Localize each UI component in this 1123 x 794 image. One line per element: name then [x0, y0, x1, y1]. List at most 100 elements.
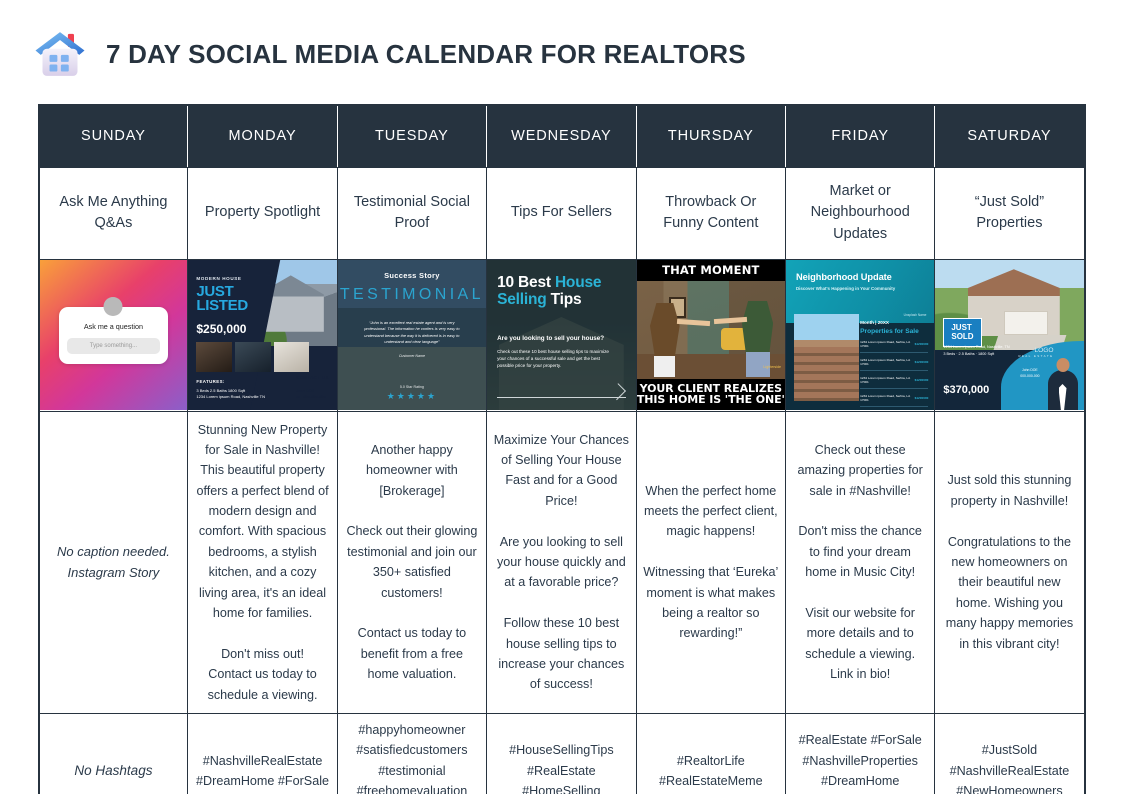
agent-name: John DOE [1022, 368, 1038, 373]
day-header-monday: MONDAY [187, 104, 338, 168]
listing-price: $1200000 [914, 377, 929, 382]
interior-thumb-bath [273, 342, 310, 372]
caption-tuesday: Another happy homeowner with [Brokerage]… [336, 410, 488, 714]
agent-head [1056, 358, 1069, 372]
avatar [103, 296, 123, 316]
listing-row: 1234 Lorem ipsum Road, Serbia, LA 17001 … [860, 371, 929, 389]
page-header: 7 DAY SOCIAL MEDIA CALENDAR FOR REALTORS [0, 0, 1123, 104]
listing-price: $1200000 [914, 359, 929, 364]
media-cell-tuesday[interactable]: Success Story TESTIMONIAL “John is an ex… [336, 258, 488, 412]
hashtag-row: No Hashtags #NashvilleRealEstate #DreamH… [37, 712, 1085, 794]
aerial-neighborhood-photo [794, 314, 860, 401]
neighborhood-canvas: Neighborhood Update Discover What's Happ… [786, 260, 935, 410]
features-label: FEATURES: [196, 379, 225, 385]
testimonial-thumbnail[interactable]: Success Story TESTIMONIAL “John is an ex… [337, 260, 487, 410]
hashtags-thursday: #RealtorLife #RealEstateMeme [635, 712, 787, 794]
testimonial-title: TESTIMONIAL [339, 286, 484, 303]
topic-wednesday: Tips For Sellers [486, 166, 637, 260]
listings-panel: Month | 20XX Properties for Sale 1234 Lo… [860, 320, 929, 407]
property-details: 1234 Lorem ipsum Road, Nashville, TN 3 B… [943, 344, 1009, 358]
hashtags-wednesday: #HouseSellingTips #RealEstate #HomeSelli… [486, 712, 637, 794]
hashtags-monday: #NashvilleRealEstate #DreamHome #ForSale [187, 712, 338, 794]
headline-accent-2: Selling [497, 291, 551, 309]
agent-photo [1046, 352, 1080, 410]
topic-sunday: Ask Me Anything Q&As [37, 166, 189, 260]
listing-address: 1234 Lorem ipsum Road, Serbia, LA 17001 [860, 393, 910, 402]
instagram-story-thumbnail[interactable]: Ask me a question Type something... [39, 260, 188, 410]
tips-body: Check out these 10 best house selling ti… [497, 348, 609, 368]
neighborhood-update-thumbnail[interactable]: Neighborhood Update Discover What's Happ… [786, 260, 935, 410]
sticker-answer-input[interactable]: Type something... [66, 337, 161, 354]
interior-thumb-living [196, 342, 232, 372]
social-media-calendar-table: SUNDAY MONDAY TUESDAY WEDNESDAY THURSDAY… [37, 104, 1086, 794]
tips-canvas: 10 Best House Selling Tips Are you lookin… [487, 260, 636, 410]
topic-thursday: Throwback Or Funny Content [635, 166, 787, 260]
meme-top-text: THAT MOMENT [636, 260, 785, 281]
interior-thumb-kitchen [234, 342, 271, 372]
media-cell-saturday[interactable]: JUST SOLD 1234 Lorem ipsum Road, Nashvil… [934, 258, 1085, 412]
listings-month: Month | 20XX [860, 320, 889, 325]
topic-saturday: “Just Sold” Properties [934, 166, 1085, 260]
contact-name: John DOE [296, 388, 315, 393]
chevron-right-icon [497, 397, 626, 398]
media-row: Ask me a question Type something... MODE… [37, 258, 1085, 412]
neighborhood-brand: Unsplash Name [903, 313, 927, 317]
tips-question: Are you looking to sell your house? [497, 334, 605, 342]
listings-section-title: Properties for Sale [860, 328, 919, 335]
flyer-kicker: MODERN HOUSE [196, 276, 242, 281]
day-header-row: SUNDAY MONDAY TUESDAY WEDNESDAY THURSDAY… [37, 104, 1085, 168]
media-cell-thursday[interactable]: THAT MOMENT Lighterside YOUR CLIENT REAL… [635, 258, 787, 412]
media-cell-sunday[interactable]: Ask me a question Type something... [37, 258, 189, 412]
ask-me-a-question-sticker[interactable]: Ask me a question Type something... [58, 296, 169, 364]
agent-contact: John DOE 000-000-000 [1020, 368, 1039, 380]
just-sold-canvas: JUST SOLD 1234 Lorem ipsum Road, Nashvil… [935, 260, 1084, 410]
badge-line-2: SOLD [951, 331, 974, 341]
caption-wednesday: Maximize Your Chances of Selling Your Ho… [486, 410, 637, 714]
topic-tuesday: Testimonial Social Proof [336, 166, 488, 260]
topic-friday: Market or Neighbourhood Updates [784, 166, 936, 260]
media-cell-monday[interactable]: MODERN HOUSE JUST LISTED $250,000 FEATUR… [187, 258, 338, 412]
garage-door [1003, 311, 1048, 336]
headline-line-2: LISTED [196, 297, 248, 315]
hashtags-tuesday: #happyhomeowner #satisfiedcustomers #tes… [336, 712, 488, 794]
calendar-page: 7 DAY SOCIAL MEDIA CALENDAR FOR REALTORS… [0, 0, 1123, 794]
house-icon [32, 26, 88, 82]
contact-label: CONTACT US [296, 375, 329, 385]
caption-thursday: When the perfect home meets the perfect … [635, 410, 787, 714]
neighborhood-subtitle: Discover What's Happening in Your Commun… [796, 286, 896, 291]
listing-row: 1234 Lorem ipsum Road, Serbia, LA 17001 … [860, 335, 929, 353]
caption-friday: Check out these amazing properties for s… [784, 410, 936, 714]
listing-address: 1234 Lorem ipsum Road, Serbia, LA 17001 [860, 339, 910, 348]
just-sold-thumbnail[interactable]: JUST SOLD 1234 Lorem ipsum Road, Nashvil… [935, 260, 1084, 410]
rating-label: 5.0 Star Rating [399, 384, 424, 389]
testimonial-customer: Customer Name [398, 353, 425, 358]
headline-part-1: 10 Best [497, 274, 555, 291]
neighborhood-title: Neighborhood Update [796, 272, 892, 282]
meme-photo: Lighterside [636, 281, 785, 379]
meme-bottom-line-2: THIS HOME IS 'THE ONE' [636, 393, 785, 406]
listing-row: 1234 Lorem ipsum Road, Serbia, LA 17001 … [860, 389, 929, 407]
listing-price: $1200000 [914, 395, 929, 400]
just-listed-flyer-thumbnail[interactable]: MODERN HOUSE JUST LISTED $250,000 FEATUR… [188, 260, 337, 410]
headline-part-2: Tips [550, 291, 582, 309]
day-header-friday: FRIDAY [784, 104, 936, 168]
testimonial-canvas: Success Story TESTIMONIAL “John is an ex… [337, 260, 487, 410]
meme-bottom-text: YOUR CLIENT REALIZES THIS HOME IS 'THE O… [636, 379, 785, 410]
meme-thumbnail[interactable]: THAT MOMENT Lighterside YOUR CLIENT REAL… [636, 260, 785, 410]
flyer-contact: CONTACT US John DOE M : 000-000-000 [296, 375, 329, 400]
testimonial-eyebrow: Success Story [384, 271, 440, 280]
day-header-tuesday: TUESDAY [336, 104, 488, 168]
media-cell-wednesday[interactable]: 10 Best House Selling Tips Are you lookin… [486, 258, 637, 412]
sticker-question: Ask me a question [83, 321, 143, 331]
meme-canvas: THAT MOMENT Lighterside YOUR CLIENT REAL… [636, 260, 785, 410]
media-cell-friday[interactable]: Neighborhood Update Discover What's Happ… [784, 258, 936, 412]
features-line-1: 3 Beds 2.5 Baths 1800 Sqft [196, 388, 246, 393]
sold-price: $370,000 [943, 384, 990, 396]
features-line-2: 1234 Lorem ipsum Road, Nashville TN [196, 394, 265, 399]
selling-tips-thumbnail[interactable]: 10 Best House Selling Tips Are you lookin… [487, 260, 636, 410]
agent-phone: 000-000-000 [1020, 374, 1040, 379]
listing-price: $1200000 [914, 341, 929, 346]
interior-thumbnail-strip [196, 342, 310, 372]
listing-address: 1234 Lorem ipsum Road, Serbia, LA 17001 [860, 357, 910, 366]
hashtags-saturday: #JustSold #NashvilleRealEstate #NewHomeo… [934, 712, 1085, 794]
